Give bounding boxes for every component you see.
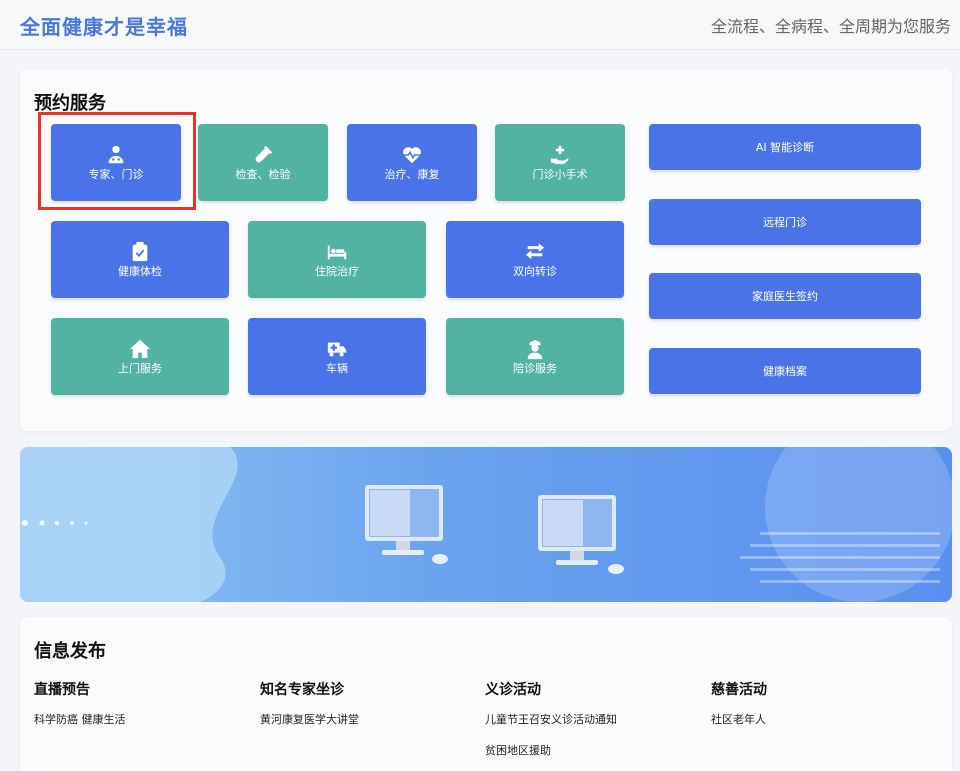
tile-treatment-rehab[interactable]: 治疗、康复 [347,124,477,201]
info-link[interactable]: 科学防癌 健康生活 [34,711,126,727]
info-link[interactable]: 黄河康复医学大讲堂 [260,711,359,727]
tile-label: 检查、检验 [235,168,291,181]
tile-label: 陪诊服务 [513,362,557,375]
info-column-heading: 知名专家坐诊 [260,682,344,698]
family-doctor-button[interactable]: 家庭医生签约 [649,273,921,319]
carousel-indicator[interactable] [22,518,102,528]
tile-expert-clinic[interactable]: 专家、门诊 [51,124,181,201]
doctor-icon [104,144,128,166]
test-tube-icon [251,144,275,166]
brand-title: 全面健康才是幸福 [20,15,188,39]
hand-plus-icon [548,144,572,166]
computer-illustration-2 [538,495,624,574]
booking-section-title: 预约服务 [34,93,106,114]
info-link[interactable]: 社区老年人 [711,711,766,727]
tile-label: 双向转诊 [513,265,557,278]
hospital-bed-icon [325,241,349,263]
home-icon [128,338,152,360]
info-section-title: 信息发布 [34,641,106,662]
info-column-heading: 慈善活动 [711,682,767,698]
banner-illustration [20,447,952,602]
header-slogan: 全流程、全病程、全周期为您服务 [710,17,951,36]
info-column-live: 直播预告 [34,679,90,699]
tile-label: 住院治疗 [315,265,359,278]
transfer-arrows-icon [523,241,547,263]
tile-home-service[interactable]: 上门服务 [51,318,229,395]
tile-label: 治疗、康复 [384,168,440,181]
info-column-heading: 直播预告 [34,682,90,698]
top-header: 全面健康才是幸福 全流程、全病程、全周期为您服务 [0,0,960,50]
tile-escort-service[interactable]: 陪诊服务 [446,318,624,395]
info-column-heading: 义诊活动 [485,682,541,698]
computer-illustration-1 [365,485,448,564]
tile-vehicle[interactable]: 车辆 [248,318,426,395]
info-column-experts: 知名专家坐诊 [260,679,344,699]
tile-label: 健康体检 [118,265,162,278]
nurse-icon [523,338,547,360]
ai-diagnosis-button[interactable]: AI 智能诊断 [649,124,921,170]
tile-label: 车辆 [326,362,348,375]
promo-banner[interactable] [20,447,952,602]
tile-minor-surgery[interactable]: 门诊小手术 [495,124,625,201]
info-link[interactable]: 贫困地区援助 [485,742,551,758]
tile-label: 上门服务 [118,362,162,375]
heartbeat-icon [400,144,424,166]
info-column-free-clinic: 义诊活动 [485,679,541,699]
ambulance-icon [325,338,349,360]
info-column-charity: 慈善活动 [711,679,767,699]
tile-label: 门诊小手术 [532,168,588,181]
tile-label: 专家、门诊 [88,168,144,181]
tile-health-checkup[interactable]: 健康体检 [51,221,229,298]
remote-clinic-button[interactable]: 远程门诊 [649,199,921,245]
health-record-button[interactable]: 健康档案 [649,348,921,394]
tile-exam-test[interactable]: 检查、检验 [198,124,328,201]
clipboard-check-icon [128,241,152,263]
tile-inpatient[interactable]: 住院治疗 [248,221,426,298]
info-link[interactable]: 儿童节王召安义诊活动通知 [485,711,617,727]
tile-referral[interactable]: 双向转诊 [446,221,624,298]
